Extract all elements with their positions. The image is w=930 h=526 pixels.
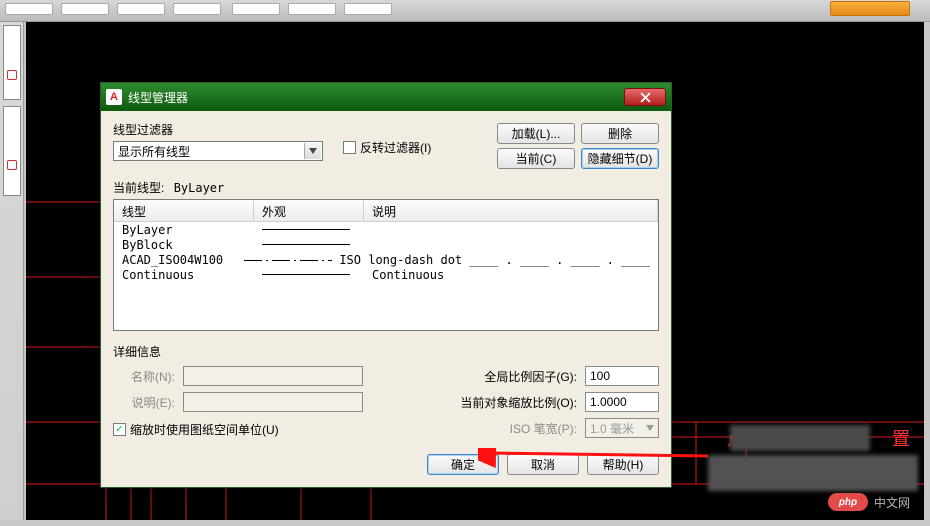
desc-input [183,392,363,412]
use-paper-units-label: 缩放时使用图纸空间单位(U) [130,421,279,438]
linetype-preview [244,257,332,263]
chevron-down-icon [304,143,321,159]
global-scale-input[interactable]: 100 [585,366,659,386]
app-icon: A [106,89,122,105]
current-button[interactable]: 当前(C) [497,148,575,169]
close-button[interactable] [624,88,666,106]
close-icon [640,92,651,103]
current-linetype-value: ByLayer [174,181,225,195]
list-item[interactable]: ByLayer [114,222,658,237]
col-look[interactable]: 外观 [254,200,364,221]
filter-label: 线型过滤器 [113,121,333,138]
obj-scale-label: 当前对象缩放比例(O): [371,394,577,411]
desc-label: 说明(E): [113,394,175,411]
blurred-region [708,455,918,491]
background-toolbar-fragment [0,0,930,22]
blurred-region [730,425,870,451]
linetype-manager-dialog: A 线型管理器 线型过滤器 显示所有线型 反转过滤器(I) 加载(L)... 删… [100,82,672,488]
watermark-badge: php [828,493,868,511]
linetype-preview [262,244,350,245]
linetype-preview [262,229,350,230]
global-scale-label: 全局比例因子(G): [371,368,577,385]
dialog-title: 线型管理器 [128,89,624,106]
details-title: 详细信息 [113,343,659,360]
current-linetype-row: 当前线型: ByLayer [113,179,659,196]
linetype-list[interactable]: 线型 外观 说明 ByLayer ByBlock ACAD_ISO04W100 [113,199,659,331]
invert-filter-label: 反转过滤器(I) [360,139,431,156]
help-button[interactable]: 帮助(H) [587,454,659,475]
list-item[interactable]: ByBlock [114,237,658,252]
hide-details-button[interactable]: 隐藏细节(D) [581,148,659,169]
watermark-text: 中文网 [874,494,910,511]
iso-pen-select: 1.0 毫米 [585,418,659,438]
obj-scale-input[interactable]: 1.0000 [585,392,659,412]
invert-filter-checkbox[interactable] [343,141,356,154]
chevron-down-icon [646,425,654,431]
orange-banner-fragment [830,1,910,16]
details-section: 详细信息 名称(N): 全局比例因子(G): 100 说明(E): 当前对象缩放… [113,343,659,438]
linetype-preview [262,274,350,275]
left-toolbar-fragment [0,22,24,520]
name-input [183,366,363,386]
list-item[interactable]: ACAD_ISO04W100 ISO long-dash dot ____ . … [114,252,658,267]
load-button[interactable]: 加载(L)... [497,123,575,144]
filter-select-value: 显示所有线型 [118,143,190,160]
name-label: 名称(N): [113,368,175,385]
col-desc[interactable]: 说明 [364,200,658,221]
delete-button[interactable]: 删除 [581,123,659,144]
list-item[interactable]: Continuous Continuous [114,267,658,282]
dialog-titlebar[interactable]: A 线型管理器 [101,83,671,111]
list-header: 线型 外观 说明 [114,200,658,222]
use-paper-units-checkbox[interactable]: ✓ [113,423,126,436]
ok-button[interactable]: 确定 [427,454,499,475]
cancel-button[interactable]: 取消 [507,454,579,475]
filter-select[interactable]: 显示所有线型 [113,141,323,161]
current-linetype-label: 当前线型: [113,181,164,195]
iso-pen-label: ISO 笔宽(P): [371,420,577,437]
col-type[interactable]: 线型 [114,200,254,221]
